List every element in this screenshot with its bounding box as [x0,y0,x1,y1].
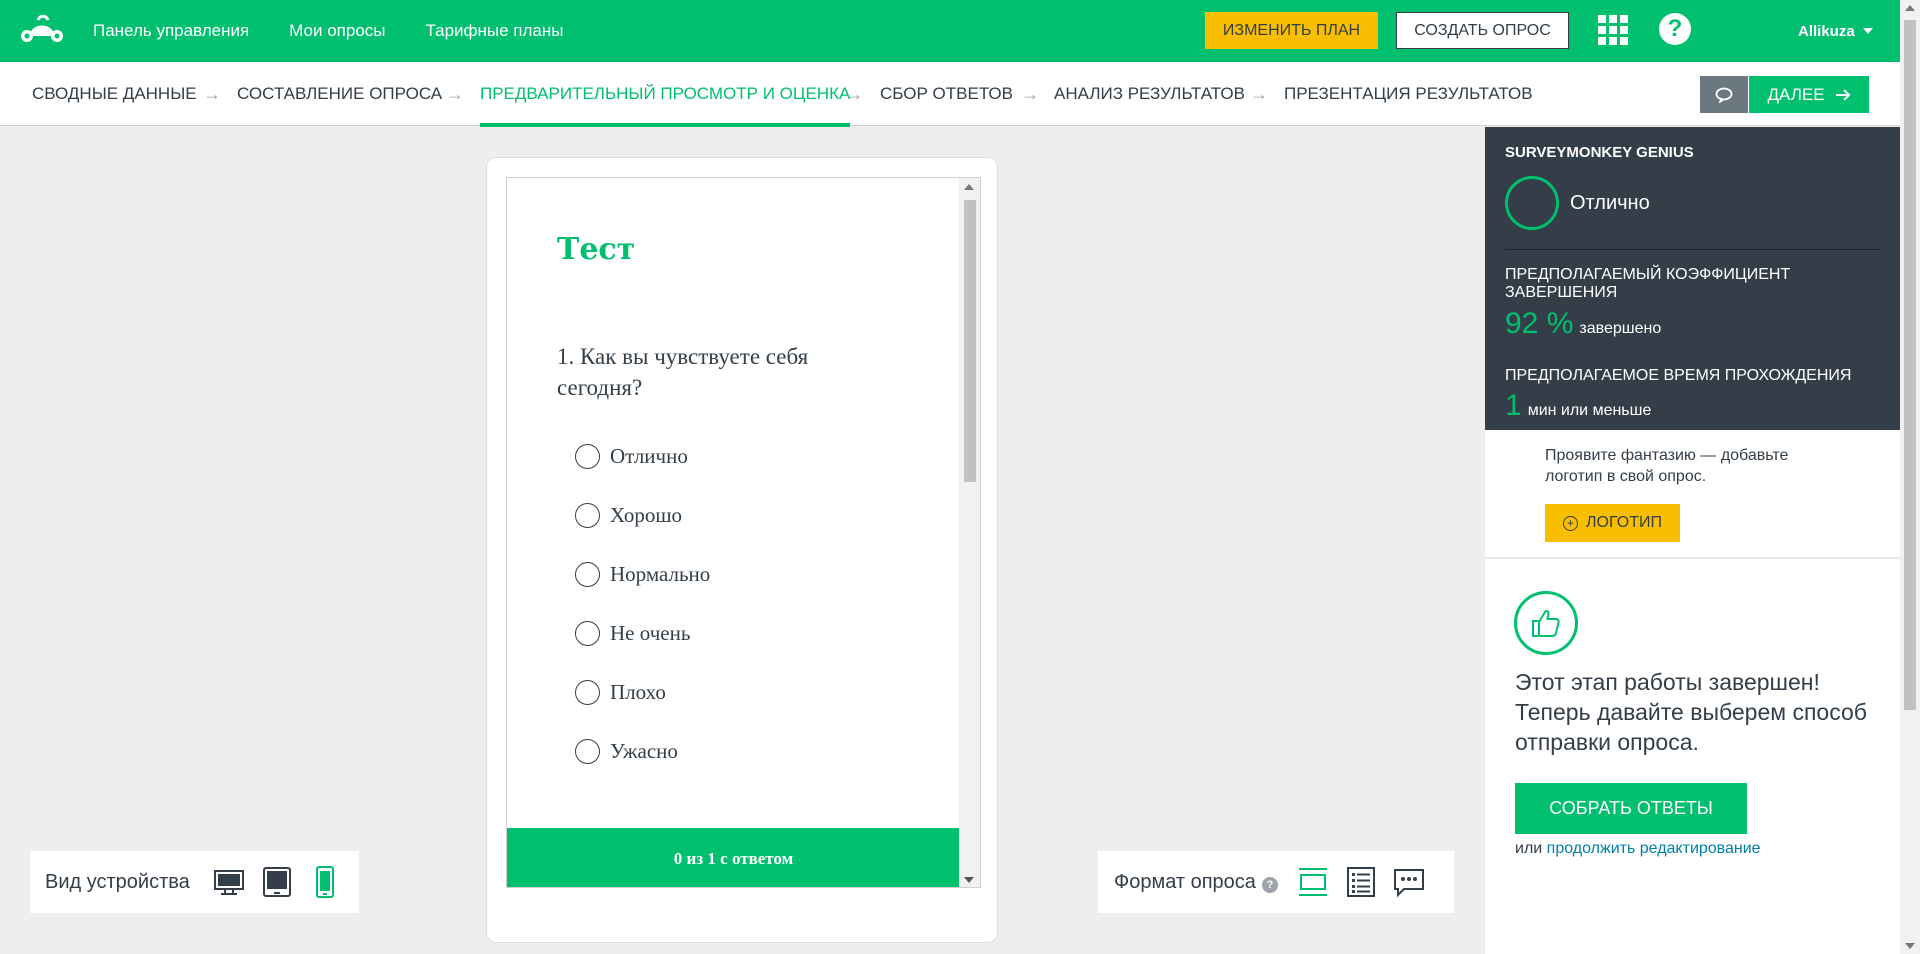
radio-button[interactable] [575,444,600,469]
completion-rate-label: ПРЕДПОЛАГАЕМЫЙ КОЭФФИЦИЕНТ ЗАВЕРШЕНИЯ [1505,266,1791,301]
question-text: 1. Как вы чувствуете себя сегодня? [557,344,809,400]
radio-button[interactable] [575,739,600,764]
completion-time-label: ПРЕДПОЛАГАЕМОЕ ВРЕМЯ ПРОХОЖДЕНИЯ [1505,367,1852,384]
survey-content: Тест 1. Как вы чувствуете себя сегодня? … [507,178,960,887]
next-button-label: ДАЛЕЕ [1767,84,1825,104]
collect-responses-button[interactable]: СОБРАТЬ ОТВЕТЫ [1515,783,1747,834]
genius-panel: SURVEYMONKEY GENIUS Отлично ПРЕДПОЛАГАЕМ… [1485,127,1900,430]
conversation-icon[interactable] [1392,865,1426,899]
step-analyze[interactable]: АНАЛИЗ РЕЗУЛЬТАТОВ [1054,62,1245,126]
top-navigation-bar: Панель управления Мои опросы Тарифные пл… [0,0,1900,62]
plus-circle-icon: + [1563,515,1579,531]
survey-format-selector: Формат опроса? [1098,851,1454,913]
upgrade-plan-button[interactable]: ИЗМЕНИТЬ ПЛАН [1205,12,1378,49]
next-button[interactable]: ДАЛЕЕ [1749,76,1869,113]
or-text: или [1515,840,1543,857]
answer-label: Нормально [610,562,711,586]
progress-footer: 0 из 1 с ответом [507,828,960,887]
answer-label: Ужасно [610,739,678,763]
arrow-right-icon: → [446,83,464,104]
answer-label: Плохо [610,680,666,704]
completion-rate-value: 92 % [1505,307,1574,340]
step-collect[interactable]: СБОР ОТВЕТОВ [880,62,1013,126]
caret-down-icon [1862,28,1873,34]
answer-option[interactable]: Не очень [575,621,690,646]
apps-grid-icon[interactable] [1597,14,1629,46]
create-survey-button[interactable]: СОЗДАТЬ ОПРОС [1396,12,1569,49]
survey-format-label-text: Формат опроса [1114,870,1256,893]
completion-rate: 92 % завершено [1505,307,1661,341]
step-complete-text: Этот этап работы завершен! Теперь давайт… [1515,669,1867,755]
completion-rate-unit: завершено [1579,320,1662,337]
divider [1505,249,1880,250]
survey-title: Тест [557,232,636,267]
scroll-up-icon[interactable] [1905,5,1915,11]
answer-option[interactable]: Нормально [575,562,710,587]
answer-label: Не очень [610,621,691,645]
page-scroll-thumb[interactable] [1904,20,1916,710]
logo-tip: Проявите фантазию — добавьте логотип в с… [1545,447,1789,485]
continue-editing-row: или продолжить редактирование [1515,840,1761,858]
arrow-right-icon: → [1250,83,1268,104]
step-summary[interactable]: СВОДНЫЕ ДАННЫЕ [32,62,197,126]
arrow-right-icon: → [1021,83,1039,104]
survey-preview-screen: Тест 1. Как вы чувствуете себя сегодня? … [506,177,981,888]
completion-time: 1 мин или меньше [1505,389,1651,423]
completion-time-unit: мин или меньше [1527,402,1652,419]
nav-my-surveys[interactable]: Мои опросы [289,21,385,41]
radio-button[interactable] [575,562,600,587]
device-view-selector: Вид устройства [30,851,359,913]
info-icon[interactable]: ? [1261,876,1278,893]
genius-rating: Отлично [1570,192,1650,214]
speech-bubble-icon [1715,87,1733,103]
continue-editing-link[interactable]: продолжить редактирование [1547,840,1761,857]
answer-option[interactable]: Хорошо [575,503,682,528]
add-logo-label: ЛОГОТИП [1586,514,1662,531]
scroll-thumb[interactable] [964,200,976,482]
device-view-label: Вид устройства [45,870,190,893]
right-side-panel: SURVEYMONKEY GENIUS Отлично ПРЕДПОЛАГАЕМ… [1485,127,1900,954]
surveymonkey-logo-icon[interactable] [18,12,66,48]
answer-option[interactable]: Ужасно [575,739,678,764]
thumbs-up-icon [1514,591,1578,655]
one-question-icon[interactable] [1296,865,1330,899]
divider [1485,557,1900,559]
step-present[interactable]: ПРЕЗЕНТАЦИЯ РЕЗУЛЬТАТОВ [1284,62,1533,126]
answer-option[interactable]: Отлично [575,444,688,469]
genius-title: SURVEYMONKEY GENIUS [1505,144,1694,161]
nav-plans[interactable]: Тарифные планы [426,21,564,41]
mobile-icon[interactable] [308,865,342,899]
help-icon[interactable]: ? [1659,13,1691,45]
genius-score-ring-icon [1505,176,1559,230]
arrow-right-icon [1835,88,1850,101]
completion-time-value: 1 [1505,389,1522,422]
user-menu[interactable]: Allikuza [1798,0,1873,62]
nav-dashboard[interactable]: Панель управления [93,21,249,41]
radio-button[interactable] [575,680,600,705]
classic-icon[interactable] [1344,865,1378,899]
scroll-down-icon[interactable] [1905,943,1915,949]
feedback-button[interactable] [1700,76,1748,113]
radio-button[interactable] [575,621,600,646]
answer-label: Отлично [610,444,688,468]
arrow-right-icon: → [845,83,863,104]
page-scrollbar[interactable] [1900,0,1920,954]
answer-label: Хорошо [610,503,683,527]
scroll-up-icon[interactable] [964,184,974,190]
username: Allikuza [1798,22,1855,40]
survey-steps-bar: СВОДНЫЕ ДАННЫЕ → СОСТАВЛЕНИЕ ОПРОСА → ПР… [0,62,1900,127]
radio-button[interactable] [575,503,600,528]
arrow-right-icon: → [203,83,221,104]
scroll-down-icon[interactable] [964,877,974,883]
step-preview-score[interactable]: ПРЕДВАРИТЕЛЬНЫЙ ПРОСМОТР И ОЦЕНКА [480,62,851,127]
main-menu: Панель управления Мои опросы Тарифные пл… [93,0,563,62]
preview-scrollbar[interactable] [959,178,980,887]
survey-format-label: Формат опроса? [1114,871,1278,894]
answer-option[interactable]: Плохо [575,680,666,705]
add-logo-button[interactable]: + ЛОГОТИП [1545,504,1680,542]
desktop-icon[interactable] [212,865,246,899]
step-design[interactable]: СОСТАВЛЕНИЕ ОПРОСА [237,62,442,126]
tablet-icon[interactable] [260,865,294,899]
